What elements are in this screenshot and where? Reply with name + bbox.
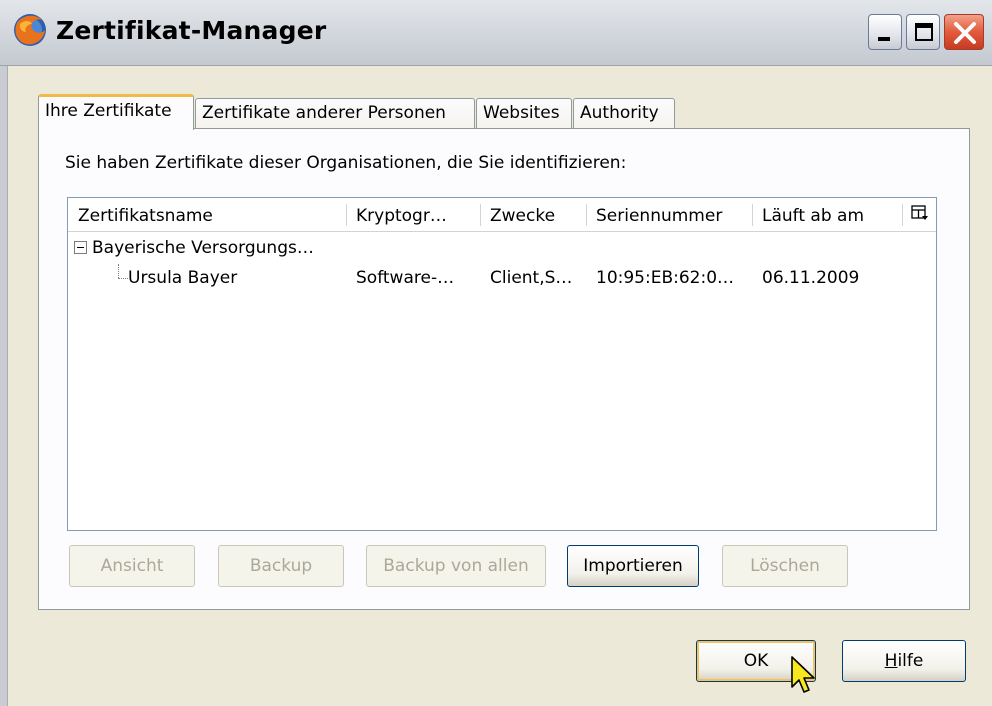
column-header-crypto[interactable]: Kryptogr… xyxy=(356,206,447,226)
view-button[interactable]: Ansicht xyxy=(69,545,195,587)
firefox-icon xyxy=(14,14,46,46)
cert-name: Ursula Bayer xyxy=(128,268,238,288)
cert-expires: 06.11.2009 xyxy=(762,268,860,288)
close-icon xyxy=(954,22,976,44)
column-header-purposes[interactable]: Zwecke xyxy=(490,206,555,226)
column-header-expires[interactable]: Läuft ab am xyxy=(762,206,864,226)
column-separator[interactable] xyxy=(346,204,347,226)
tab-authority[interactable]: Authority xyxy=(573,98,675,128)
cert-crypto: Software-… xyxy=(356,268,455,288)
minimize-icon xyxy=(878,37,890,41)
title-bar: Zertifikat-Manager xyxy=(0,0,992,66)
tab-zertifikate-anderer-personen[interactable]: Zertifikate anderer Personen xyxy=(195,98,475,128)
mouse-cursor-icon xyxy=(791,656,815,693)
window-left-border xyxy=(0,66,8,706)
tree-connector xyxy=(118,278,128,280)
backup-button[interactable]: Backup xyxy=(218,545,344,587)
tab-websites[interactable]: Websites xyxy=(476,98,572,128)
tab-panel: Sie haben Zertifikate dieser Organisatio… xyxy=(38,128,970,610)
column-separator[interactable] xyxy=(480,204,481,226)
intro-text: Sie haben Zertifikate dieser Organisatio… xyxy=(65,153,627,173)
delete-button[interactable]: Löschen xyxy=(722,545,848,587)
window-title: Zertifikat-Manager xyxy=(56,16,327,45)
minimize-button[interactable] xyxy=(868,14,902,50)
maximize-icon xyxy=(915,23,933,41)
cert-serial: 10:95:EB:62:0… xyxy=(596,268,735,288)
help-button[interactable]: Hilfe xyxy=(842,640,966,682)
column-header-row: Zertifikatsname Kryptogr… Zwecke Serienn… xyxy=(68,198,936,232)
table-row[interactable]: Ursula Bayer Software-… Client,S… 10:95:… xyxy=(68,264,936,292)
column-separator[interactable] xyxy=(902,204,903,226)
tree-connector xyxy=(118,264,120,278)
column-picker-icon[interactable] xyxy=(911,204,929,222)
column-separator[interactable] xyxy=(586,204,587,226)
tab-ihre-zertifikate[interactable]: Ihre Zertifikate xyxy=(38,94,194,130)
column-separator[interactable] xyxy=(752,204,753,226)
backup-all-button[interactable]: Backup von allen xyxy=(366,545,546,587)
cert-purposes: Client,S… xyxy=(490,268,573,288)
maximize-button[interactable] xyxy=(906,14,940,50)
column-header-serial[interactable]: Seriennummer xyxy=(596,206,722,226)
tree-group-row[interactable]: Bayerische Versorgungs… xyxy=(68,234,936,262)
column-header-name[interactable]: Zertifikatsname xyxy=(78,206,213,226)
collapse-toggle-icon[interactable] xyxy=(74,241,87,254)
help-label-rest: ilfe xyxy=(897,651,924,671)
close-button[interactable] xyxy=(944,14,984,50)
certificate-tree[interactable]: Zertifikatsname Kryptogr… Zwecke Serienn… xyxy=(67,197,937,531)
import-button[interactable]: Importieren xyxy=(567,545,699,587)
group-name: Bayerische Versorgungs… xyxy=(92,238,314,258)
help-mnemonic: H xyxy=(884,651,898,671)
